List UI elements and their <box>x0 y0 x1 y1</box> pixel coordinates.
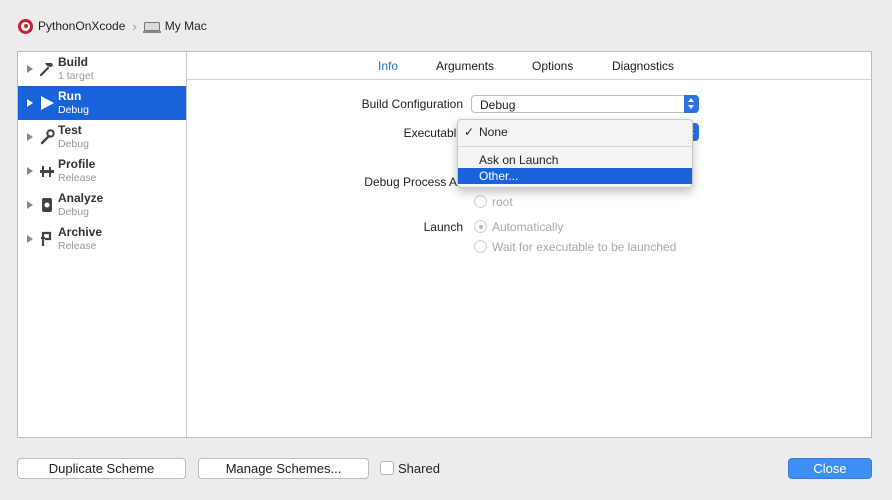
sidebar-item-title: Profile <box>58 157 96 171</box>
radio-launch-automatically-label: Automatically <box>492 220 564 234</box>
sidebar-item-title: Test <box>58 123 82 137</box>
disclosure-triangle-icon[interactable] <box>27 99 33 107</box>
gauge-icon <box>38 162 56 180</box>
sidebar-item-title: Archive <box>58 225 103 239</box>
sidebar-item-subtitle: Release <box>58 240 97 252</box>
disclosure-triangle-icon[interactable] <box>27 235 33 243</box>
wrench-icon <box>38 128 56 146</box>
sidebar-item-subtitle: Debug <box>58 104 89 116</box>
tab-options[interactable]: Options <box>532 59 573 73</box>
duplicate-scheme-button[interactable]: Duplicate Scheme <box>17 458 186 479</box>
sidebar-item-subtitle: 1 target <box>58 70 94 82</box>
analyze-icon <box>38 196 56 214</box>
radio-root[interactable] <box>474 195 487 208</box>
menu-item-label: None <box>479 125 508 139</box>
build-configuration-label: Build Configuration <box>361 97 463 111</box>
launch-label: Launch <box>423 220 463 234</box>
menu-item-label: Ask on Launch <box>479 153 559 167</box>
radio-launch-wait-label: Wait for executable to be launched <box>492 240 677 254</box>
build-configuration-popup[interactable]: Debug <box>471 95 699 113</box>
executable-dropdown-menu: ✓ None Ask on Launch Other... <box>457 119 693 188</box>
radio-launch-automatically[interactable] <box>474 220 487 233</box>
archive-icon <box>38 230 56 248</box>
sidebar-item-profile[interactable]: Profile Release <box>18 154 186 188</box>
breadcrumb-destination[interactable]: My Mac <box>165 19 207 33</box>
breadcrumb-project[interactable]: PythonOnXcode <box>38 19 125 33</box>
disclosure-triangle-icon[interactable] <box>27 201 33 209</box>
breadcrumb: PythonOnXcode › My Mac <box>18 17 207 35</box>
menu-item-label: Other... <box>479 169 519 183</box>
checkmark-icon: ✓ <box>464 125 475 139</box>
executable-label: Executable <box>403 126 463 140</box>
menu-separator <box>458 146 692 147</box>
sidebar-item-subtitle: Release <box>58 172 97 184</box>
sidebar-item-subtitle: Debug <box>58 138 89 150</box>
disclosure-triangle-icon[interactable] <box>27 65 33 73</box>
menu-item-none[interactable]: ✓ None <box>458 124 692 140</box>
sidebar-item-archive[interactable]: Archive Release <box>18 222 186 256</box>
close-button[interactable]: Close <box>788 458 872 479</box>
tab-bar: Info Arguments Options Diagnostics <box>187 52 871 80</box>
menu-item-other[interactable]: Other... <box>458 168 692 184</box>
mac-icon <box>142 21 161 33</box>
sidebar-item-subtitle: Debug <box>58 206 89 218</box>
sidebar-item-title: Build <box>58 55 88 69</box>
build-configuration-value: Debug <box>480 98 516 112</box>
menu-item-ask-on-launch[interactable]: Ask on Launch <box>458 152 692 168</box>
chevron-right-icon: › <box>132 18 137 34</box>
scheme-actions-sidebar: Build 1 target Run Debug Test Debug Prof… <box>18 52 187 437</box>
sidebar-item-analyze[interactable]: Analyze Debug <box>18 188 186 222</box>
hammer-icon <box>38 60 56 78</box>
sidebar-item-title: Run <box>58 89 82 103</box>
run-settings-pane: Info Arguments Options Diagnostics Build… <box>187 52 871 437</box>
scheme-editor-panel: Build 1 target Run Debug Test Debug Prof… <box>17 51 872 438</box>
chevron-updown-icon <box>684 95 699 113</box>
tab-diagnostics[interactable]: Diagnostics <box>612 59 674 73</box>
shared-checkbox[interactable] <box>380 461 394 475</box>
radio-root-label: root <box>492 195 513 209</box>
target-icon <box>18 18 33 34</box>
play-icon <box>38 94 56 112</box>
shared-checkbox-label: Shared <box>398 461 440 476</box>
sidebar-item-run[interactable]: Run Debug <box>18 86 186 120</box>
disclosure-triangle-icon[interactable] <box>27 167 33 175</box>
sidebar-item-test[interactable]: Test Debug <box>18 120 186 154</box>
radio-launch-wait[interactable] <box>474 240 487 253</box>
sidebar-item-build[interactable]: Build 1 target <box>18 52 186 86</box>
manage-schemes-button[interactable]: Manage Schemes... <box>198 458 369 479</box>
disclosure-triangle-icon[interactable] <box>27 133 33 141</box>
debug-process-label: Debug Process As <box>364 175 463 189</box>
tab-arguments[interactable]: Arguments <box>436 59 494 73</box>
tab-info[interactable]: Info <box>378 59 398 73</box>
sidebar-item-title: Analyze <box>58 191 104 205</box>
